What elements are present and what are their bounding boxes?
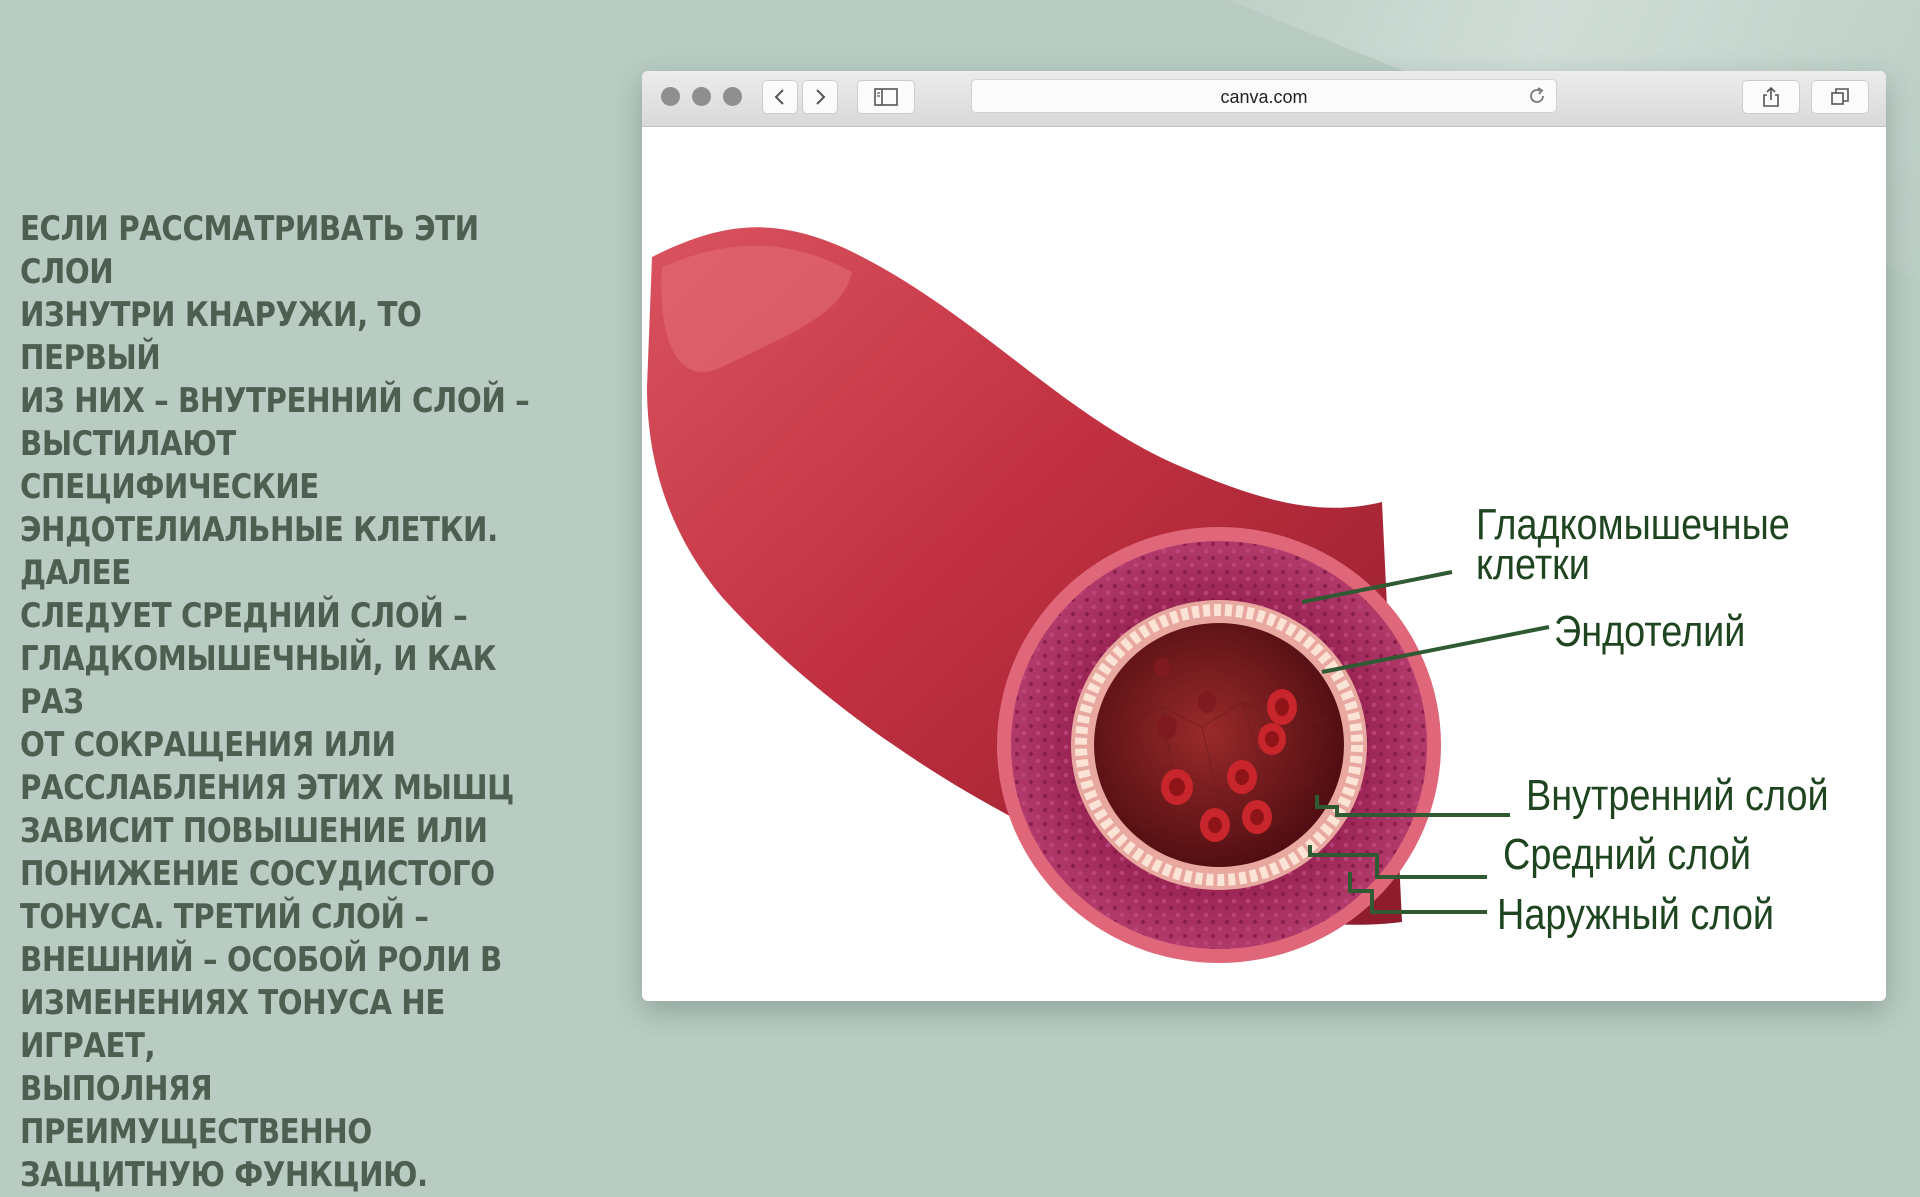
sidebar-button[interactable] [857,80,915,114]
address-url: canva.com [1220,87,1308,107]
label-middle-layer: Средний слой [1503,830,1751,879]
browser-window: canva.com Гладкомышечные клетки Эндотели… [642,71,1886,1001]
tabs-icon [1831,88,1849,105]
label-inner-layer: Внутренний слой [1526,771,1829,820]
sidebar-icon [874,88,898,106]
tabs-button[interactable] [1811,80,1869,114]
label-smooth-muscle-cells: Гладкомышечные клетки [1476,500,1790,589]
forward-button[interactable] [802,80,838,114]
window-minimize-button[interactable] [692,87,711,106]
slide-body-text: ЕСЛИ РАССМАТРИВАТЬ ЭТИ СЛОИ ИЗНУТРИ КНАР… [20,209,530,1195]
label-endothelium: Эндотелий [1554,607,1746,656]
share-button[interactable] [1742,80,1800,114]
reload-icon[interactable] [1526,85,1548,107]
window-zoom-button[interactable] [723,87,742,106]
back-button[interactable] [762,80,798,114]
address-bar[interactable]: canva.com [971,79,1557,113]
label-outer-layer: Наружный слой [1497,890,1775,939]
chevron-right-icon [816,89,826,105]
window-close-button[interactable] [661,87,680,106]
page-content: Гладкомышечные клетки Эндотелий Внутренн… [642,127,1886,1001]
browser-toolbar: canva.com [642,71,1886,127]
chevron-left-icon [774,89,784,105]
share-icon [1763,86,1779,107]
